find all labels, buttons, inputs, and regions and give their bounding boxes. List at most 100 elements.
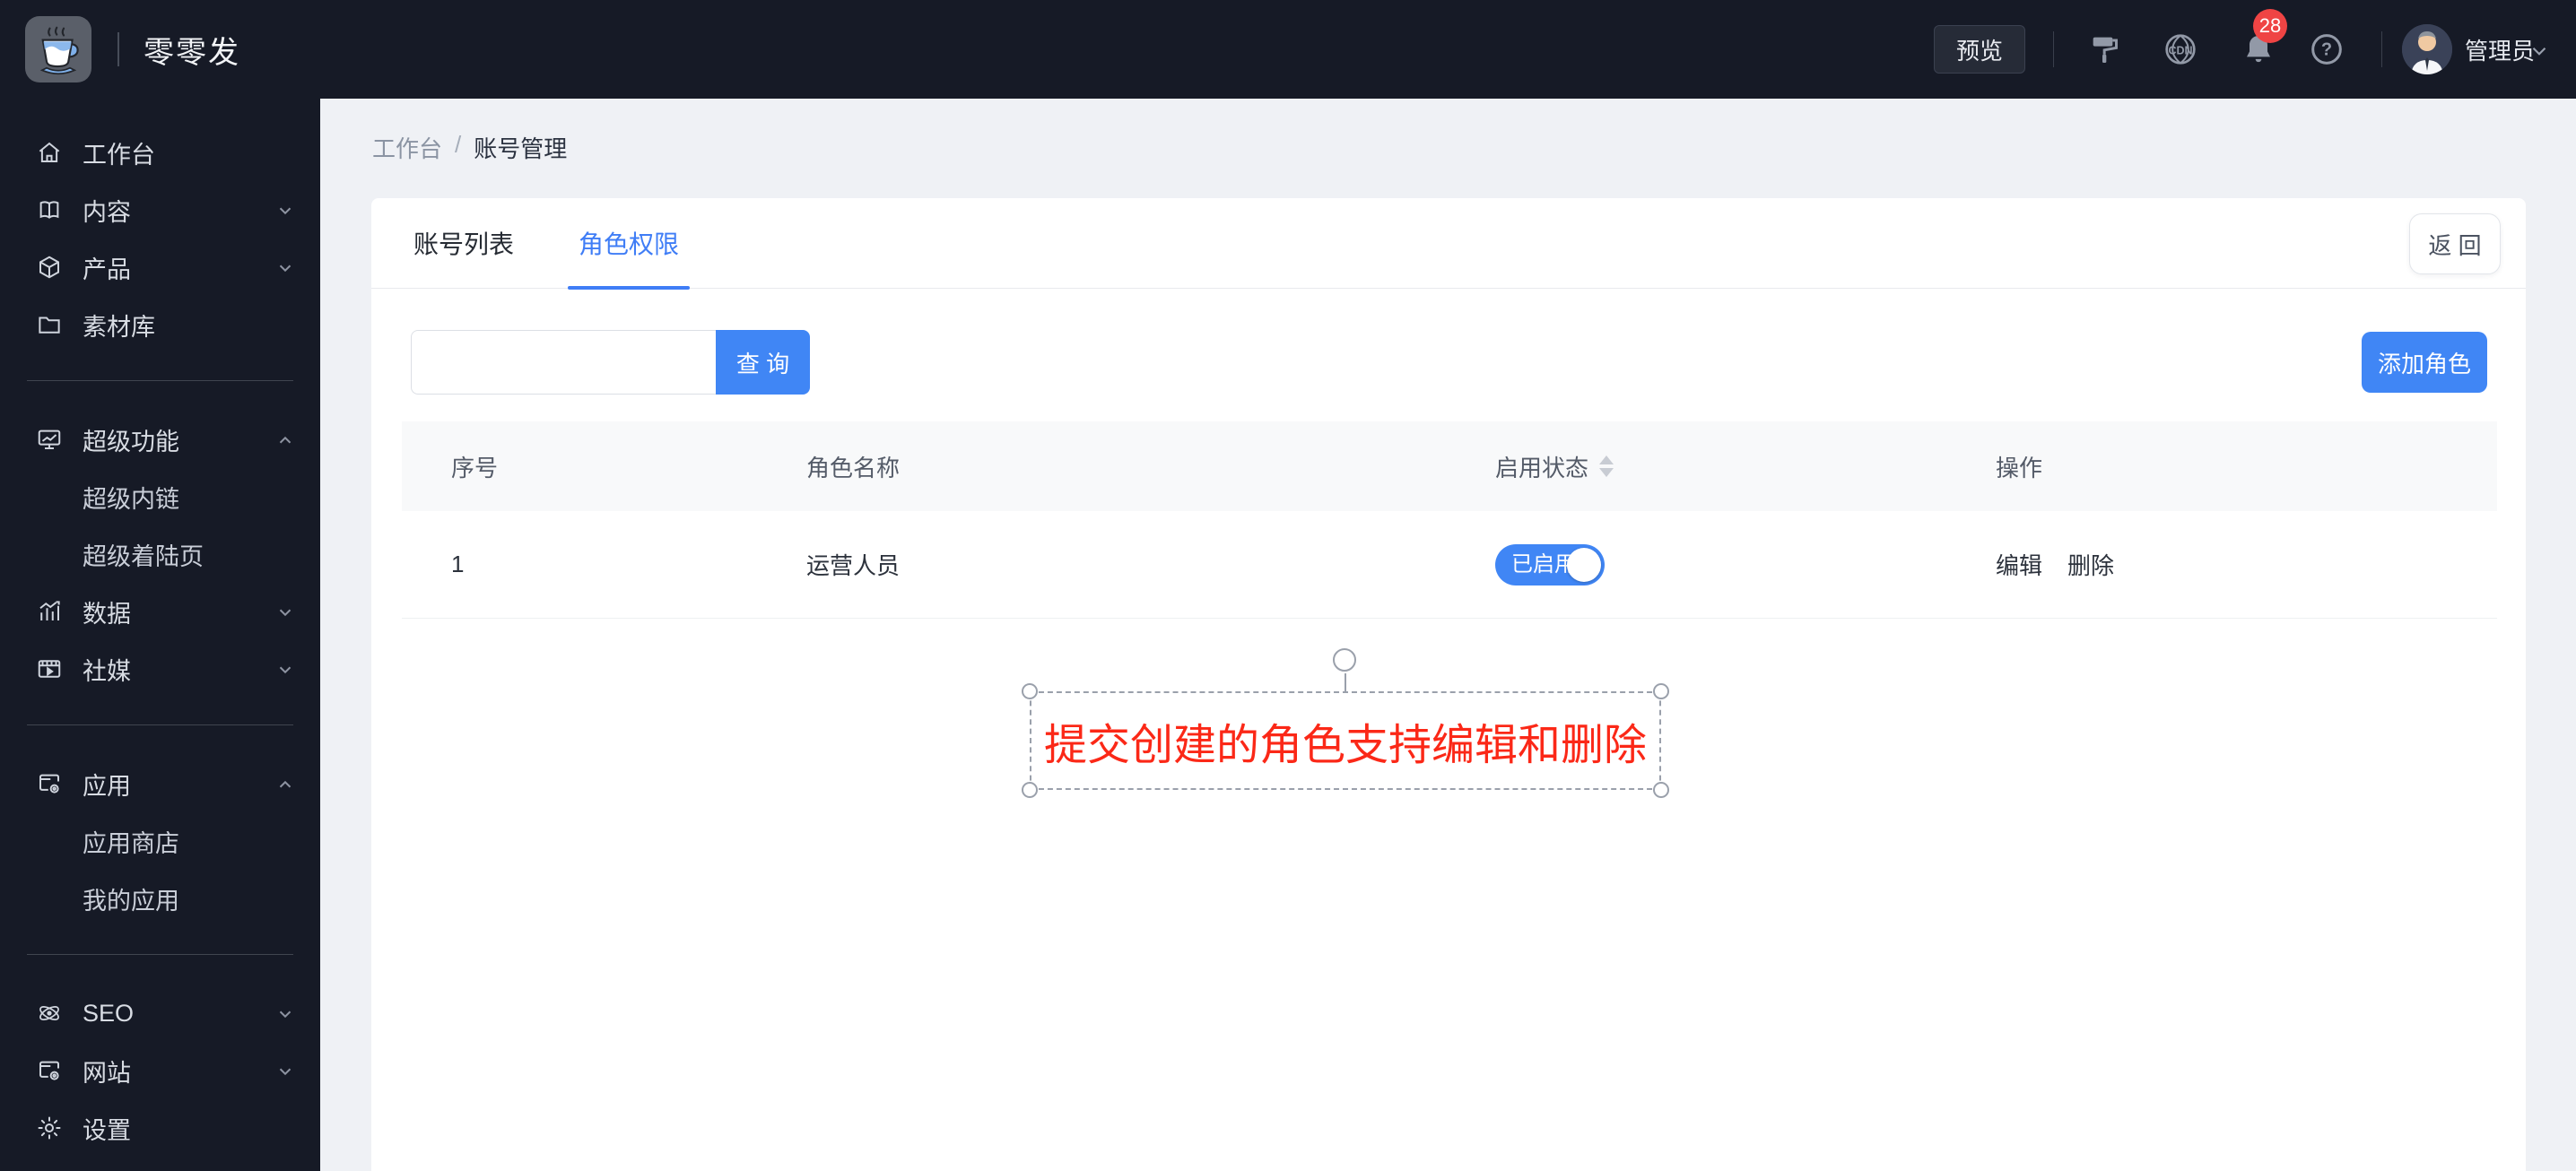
app-logo[interactable] bbox=[25, 16, 91, 82]
resize-handle-bottom-right[interactable] bbox=[1653, 782, 1669, 798]
sidebar-item-label: SEO bbox=[83, 999, 135, 1027]
breadcrumb-current: 账号管理 bbox=[474, 135, 568, 162]
cube-icon bbox=[36, 254, 63, 281]
cell-role-name: 运营人员 bbox=[806, 552, 901, 579]
edit-action[interactable]: 编辑 bbox=[1996, 548, 2042, 581]
sidebar-item-website[interactable]: 网站 bbox=[0, 1042, 320, 1099]
sidebar-item-social-media[interactable]: 社媒 bbox=[0, 640, 320, 698]
gear-icon bbox=[36, 1115, 63, 1141]
search-bar: 查 询 bbox=[411, 330, 810, 395]
back-button[interactable]: 返 回 bbox=[2409, 213, 2501, 274]
status-toggle[interactable]: 已启用 bbox=[1495, 543, 1605, 586]
main-content: 工作台 / 账号管理 账号列表 角色权限 返 回 查 询 添加角色 序号 角色名… bbox=[320, 99, 2576, 1171]
user-avatar[interactable] bbox=[2402, 24, 2452, 74]
tab-bar: 账号列表 角色权限 返 回 bbox=[371, 198, 2526, 290]
sidebar-item-super-landing-page[interactable]: 超级着陆页 bbox=[0, 525, 320, 583]
topbar: 零零发 预览 CDN 28 ? 管理员 bbox=[0, 0, 2576, 99]
sidebar-item-label: 素材库 bbox=[83, 313, 155, 341]
sidebar-item-data[interactable]: 数据 bbox=[0, 583, 320, 640]
sidebar-item-label: 超级功能 bbox=[83, 428, 179, 455]
tab-account-list[interactable]: 账号列表 bbox=[403, 198, 525, 289]
bar-chart-icon bbox=[36, 598, 63, 625]
sidebar-item-label: 网站 bbox=[83, 1059, 131, 1087]
roles-card: 账号列表 角色权限 返 回 查 询 添加角色 序号 角色名称 启用状态 操作 1… bbox=[371, 198, 2526, 1171]
rotate-handle[interactable] bbox=[1333, 648, 1356, 672]
table-row: 1 运营人员 已启用 编辑 删除 bbox=[402, 511, 2497, 619]
chevron-up-icon bbox=[275, 775, 295, 794]
column-header-role-name: 角色名称 bbox=[806, 454, 901, 481]
topbar-divider bbox=[2381, 31, 2382, 67]
notification-badge[interactable]: 28 bbox=[2253, 9, 2287, 43]
cdn-label: CDN bbox=[2168, 44, 2192, 56]
chevron-down-icon bbox=[275, 660, 295, 680]
book-icon bbox=[36, 196, 63, 223]
resize-handle-top-right[interactable] bbox=[1653, 683, 1669, 699]
column-header-index: 序号 bbox=[451, 454, 499, 481]
add-role-button[interactable]: 添加角色 bbox=[2362, 332, 2487, 393]
chevron-down-icon bbox=[275, 603, 295, 622]
browser-gear-icon bbox=[36, 1057, 63, 1084]
sidebar-item-label: 设置 bbox=[83, 1116, 131, 1144]
atom-icon bbox=[36, 1000, 63, 1027]
sidebar-item-library[interactable]: 素材库 bbox=[0, 296, 320, 353]
sidebar-item-settings[interactable]: 设置 bbox=[0, 1099, 320, 1157]
sidebar-divider bbox=[27, 724, 293, 725]
user-name[interactable]: 管理员 bbox=[2465, 0, 2535, 99]
sidebar-item-seo[interactable]: SEO bbox=[0, 985, 320, 1042]
chevron-up-icon bbox=[275, 430, 295, 450]
search-input[interactable] bbox=[411, 330, 716, 395]
brand-divider bbox=[117, 32, 119, 66]
chevron-down-icon bbox=[275, 201, 295, 221]
chevron-down-icon bbox=[275, 258, 295, 278]
breadcrumb-workbench[interactable]: 工作台 bbox=[372, 131, 442, 164]
search-button[interactable]: 查 询 bbox=[716, 330, 810, 395]
sort-carets-icon[interactable] bbox=[1599, 455, 1614, 477]
sidebar-item-label: 社媒 bbox=[83, 657, 131, 685]
tab-role-permissions[interactable]: 角色权限 bbox=[568, 198, 691, 290]
brand-name: 零零发 bbox=[144, 35, 240, 70]
resize-handle-top-left[interactable] bbox=[1022, 683, 1038, 699]
column-header-actions: 操作 bbox=[1996, 454, 2043, 481]
video-icon bbox=[36, 655, 63, 682]
monitor-chart-icon bbox=[36, 426, 63, 453]
cdn-icon[interactable]: CDN bbox=[2163, 31, 2198, 67]
sidebar-item-workbench[interactable]: 工作台 bbox=[0, 124, 320, 181]
sidebar-divider bbox=[27, 954, 293, 955]
sidebar-item-content[interactable]: 内容 bbox=[0, 181, 320, 239]
column-header-status: 启用状态 bbox=[1446, 421, 1946, 511]
sidebar-item-my-apps[interactable]: 我的应用 bbox=[0, 870, 320, 927]
folder-icon bbox=[36, 311, 63, 338]
sidebar-item-label: 应用 bbox=[83, 772, 131, 800]
annotation-text: 提交创建的角色支持编辑和删除 bbox=[1043, 722, 1647, 769]
sidebar-item-super-inner-links[interactable]: 超级内链 bbox=[0, 468, 320, 525]
chevron-down-icon[interactable] bbox=[2528, 39, 2551, 67]
sidebar-item-super-features[interactable]: 超级功能 bbox=[0, 411, 320, 468]
sidebar: 工作台 内容 产品 素材库 超级功能 超级内链 超级着陆页 数据 社媒 应用 应… bbox=[0, 99, 320, 1171]
sidebar-item-label: 内容 bbox=[83, 198, 131, 226]
sidebar-item-label: 产品 bbox=[83, 256, 131, 283]
topbar-divider bbox=[2053, 31, 2054, 67]
chevron-down-icon bbox=[275, 1004, 295, 1024]
breadcrumb-separator: / bbox=[455, 131, 462, 158]
delete-action[interactable]: 删除 bbox=[2067, 548, 2114, 581]
app-window-gear-icon bbox=[36, 770, 63, 797]
sidebar-item-label: 工作台 bbox=[83, 141, 155, 169]
coffee-cup-icon bbox=[39, 26, 79, 75]
cell-index: 1 bbox=[451, 551, 465, 577]
sidebar-item-app-store[interactable]: 应用商店 bbox=[0, 812, 320, 870]
help-glyph: ? bbox=[2321, 40, 2332, 60]
annotation-selection-box[interactable]: 提交创建的角色支持编辑和删除 bbox=[1022, 648, 1669, 798]
paint-roller-icon[interactable] bbox=[2087, 31, 2123, 67]
help-icon[interactable]: ? bbox=[2309, 31, 2345, 67]
rotate-handle-stem bbox=[1345, 673, 1346, 693]
sidebar-item-apps[interactable]: 应用 bbox=[0, 755, 320, 812]
home-icon bbox=[36, 139, 63, 166]
breadcrumb: 工作台 / 账号管理 bbox=[372, 131, 567, 164]
roles-table: 序号 角色名称 启用状态 操作 1 运营人员 已启用 编辑 删除 bbox=[402, 421, 2497, 619]
resize-handle-bottom-left[interactable] bbox=[1022, 782, 1038, 798]
sidebar-item-product[interactable]: 产品 bbox=[0, 239, 320, 296]
sidebar-item-label: 数据 bbox=[83, 600, 131, 628]
chevron-down-icon bbox=[275, 1062, 295, 1081]
sidebar-divider bbox=[27, 380, 293, 381]
preview-button[interactable]: 预览 bbox=[1934, 25, 2025, 74]
